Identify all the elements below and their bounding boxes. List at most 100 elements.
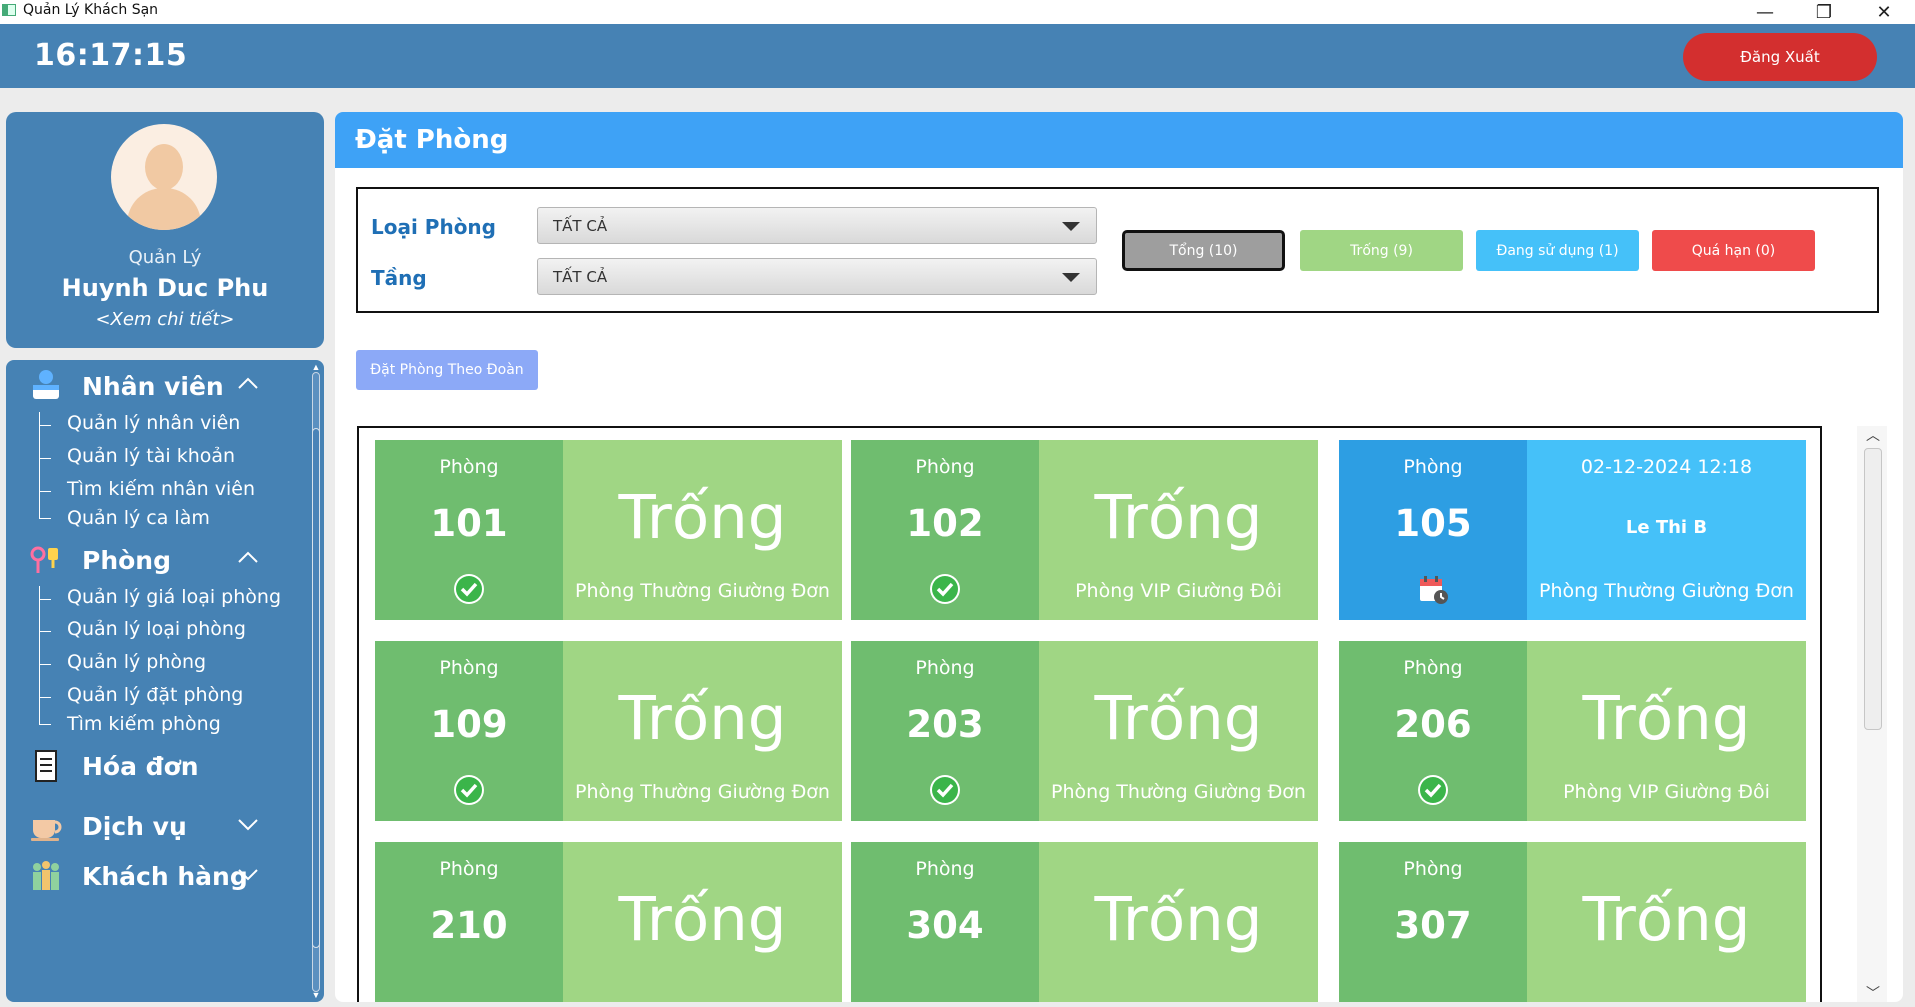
room-grid-scrollbar[interactable]: ︿ ﹀ [1857, 426, 1887, 1002]
room-number: 307 [1394, 904, 1472, 947]
minimize-button[interactable]: — [1736, 0, 1794, 24]
scroll-up-arrow-icon[interactable]: ︿ [1864, 428, 1882, 442]
group-booking-button[interactable]: Đặt Phòng Theo Đoàn [356, 350, 538, 390]
menu-section-label: Khách hàng [82, 862, 248, 891]
check-icon [454, 775, 484, 805]
room-number: 210 [430, 904, 508, 947]
room-status: Trống [618, 482, 787, 553]
app-header: 16:17:15 Đăng Xuất [0, 24, 1915, 88]
filter-total-button[interactable]: Tổng (10) [1122, 230, 1285, 271]
menu-item-room-price[interactable]: Quản lý giá loại phòng [61, 586, 281, 618]
menu-item-staff-manage[interactable]: Quản lý nhân viên [61, 412, 240, 444]
room-type: Phòng Thường Giường Đơn [575, 580, 830, 602]
room-card-109[interactable]: Phòng 109 Trống Phòng Thường Giường Đơn [375, 641, 842, 821]
staff-icon [33, 370, 59, 399]
guest-name: Le Thi B [1625, 517, 1708, 538]
menu-item-booking-manage[interactable]: Quản lý đặt phòng [61, 684, 243, 716]
filter-overdue-button[interactable]: Quá hạn (0) [1652, 230, 1815, 271]
menu-section-label: Nhân viên [82, 372, 224, 401]
menu-item-room-search[interactable]: Tìm kiếm phòng [61, 713, 221, 745]
menu-section-staff[interactable]: Nhân viên [6, 364, 306, 408]
menu-section-label: Hóa đơn [82, 752, 199, 781]
room-number: 304 [906, 904, 984, 947]
room-type: Phòng Thường Giường Đơn [575, 781, 830, 803]
menu-section-invoice[interactable]: Hóa đơn [6, 744, 306, 788]
room-label: Phòng [439, 456, 499, 478]
room-label: Phòng [439, 657, 499, 679]
panel-header: Đặt Phòng [335, 112, 1903, 168]
chevron-down-icon [238, 819, 258, 831]
check-icon [1418, 775, 1448, 805]
room-status: Trống [618, 884, 787, 955]
chevron-down-icon [238, 869, 258, 881]
floor-select[interactable]: TẤT CẢ [537, 258, 1097, 295]
menu-item-account-manage[interactable]: Quản lý tài khoản [61, 445, 235, 477]
view-detail-link[interactable]: <Xem chi tiết> [6, 309, 324, 330]
room-type: Phòng VIP Giường Đôi [1075, 580, 1282, 602]
room-card-203[interactable]: Phòng 203 Trống Phòng Thường Giường Đơn [851, 641, 1318, 821]
floor-label: Tầng [371, 266, 427, 290]
room-label: Phòng [915, 858, 975, 880]
user-name: Huynh Duc Phu [61, 274, 269, 302]
room-card-101[interactable]: Phòng 101 Trống Phòng Thường Giường Đơn [375, 440, 842, 620]
room-number: 102 [906, 502, 984, 545]
chevron-up-icon [238, 551, 258, 563]
room-card-102[interactable]: Phòng 102 Trống Phòng VIP Giường Đôi [851, 440, 1318, 620]
customers-icon [33, 861, 59, 890]
menu-item-room-manage[interactable]: Quản lý phòng [61, 651, 206, 683]
menu-item-room-type[interactable]: Quản lý loại phòng [61, 618, 246, 650]
check-icon [454, 574, 484, 604]
window-title: Quản Lý Khách Sạn [23, 2, 159, 18]
menu-section-service[interactable]: Dịch vụ [6, 804, 306, 848]
dropdown-arrow-icon [1062, 222, 1080, 231]
menu-section-room[interactable]: Phòng [6, 538, 306, 582]
booking-panel: Đặt Phòng Loại Phòng TẤT CẢ Tầng TẤT CẢ … [335, 112, 1903, 1002]
room-type: Phòng Thường Giường Đơn [1051, 781, 1306, 803]
room-label: Phòng [915, 456, 975, 478]
chevron-up-icon [238, 377, 258, 389]
room-number: 206 [1394, 703, 1472, 746]
room-card-307[interactable]: Phòng 307 Trống [1339, 842, 1806, 1002]
room-label: Phòng [1403, 456, 1463, 478]
room-type-select[interactable]: TẤT CẢ [537, 207, 1097, 244]
menu-section-label: Phòng [82, 546, 171, 575]
room-key-icon [30, 546, 58, 573]
scroll-down-arrow-icon[interactable]: ﹀ [1864, 986, 1882, 1000]
room-status: Trống [1582, 884, 1751, 955]
close-button[interactable]: ✕ [1855, 0, 1913, 24]
profile-card: Quản Lý Huynh Duc Phu <Xem chi tiết> [6, 112, 324, 348]
calendar-clock-icon [1420, 576, 1448, 604]
clock: 16:17:15 [34, 38, 188, 73]
room-card-304[interactable]: Phòng 304 Trống [851, 842, 1318, 1002]
menu-item-shift-manage[interactable]: Quản lý ca làm [61, 507, 210, 539]
app-icon [2, 4, 16, 16]
sidebar-scrollbar[interactable]: ▲ ▼ [310, 362, 322, 1000]
room-grid: Phòng 101 Trống Phòng Thường Giường Đơn … [357, 426, 1822, 1002]
room-card-210[interactable]: Phòng 210 Trống [375, 842, 842, 1002]
dropdown-arrow-icon [1062, 273, 1080, 282]
room-type: Phòng Thường Giường Đơn [1539, 580, 1794, 602]
room-label: Phòng [915, 657, 975, 679]
room-card-105[interactable]: Phòng 105 02-12-2024 12:18 Le Thi B Phòn… [1339, 440, 1806, 620]
window-titlebar: Quản Lý Khách Sạn — ❐ ✕ [0, 0, 1915, 24]
filter-box: Loại Phòng TẤT CẢ Tầng TẤT CẢ Tổng (10) … [356, 187, 1879, 313]
avatar [111, 124, 217, 230]
menu-section-customer[interactable]: Khách hàng [6, 854, 306, 898]
booking-datetime: 02-12-2024 12:18 [1580, 456, 1753, 478]
invoice-icon [35, 750, 57, 782]
room-type-label: Loại Phòng [371, 215, 496, 239]
coffee-cup-icon [31, 820, 62, 841]
room-status: Trống [618, 683, 787, 754]
maximize-button[interactable]: ❐ [1795, 0, 1853, 24]
room-number: 109 [430, 703, 508, 746]
user-role: Quản Lý [128, 247, 202, 268]
room-status: Trống [1094, 482, 1263, 553]
logout-button[interactable]: Đăng Xuất [1683, 33, 1877, 81]
room-card-206[interactable]: Phòng 206 Trống Phòng VIP Giường Đôi [1339, 641, 1806, 821]
room-label: Phòng [1403, 858, 1463, 880]
menu-item-staff-search[interactable]: Tìm kiếm nhân viên [61, 478, 255, 510]
filter-free-button[interactable]: Trống (9) [1300, 230, 1463, 271]
room-label: Phòng [439, 858, 499, 880]
scroll-thumb[interactable] [1864, 448, 1882, 730]
filter-in-use-button[interactable]: Đang sử dụng (1) [1476, 230, 1639, 271]
